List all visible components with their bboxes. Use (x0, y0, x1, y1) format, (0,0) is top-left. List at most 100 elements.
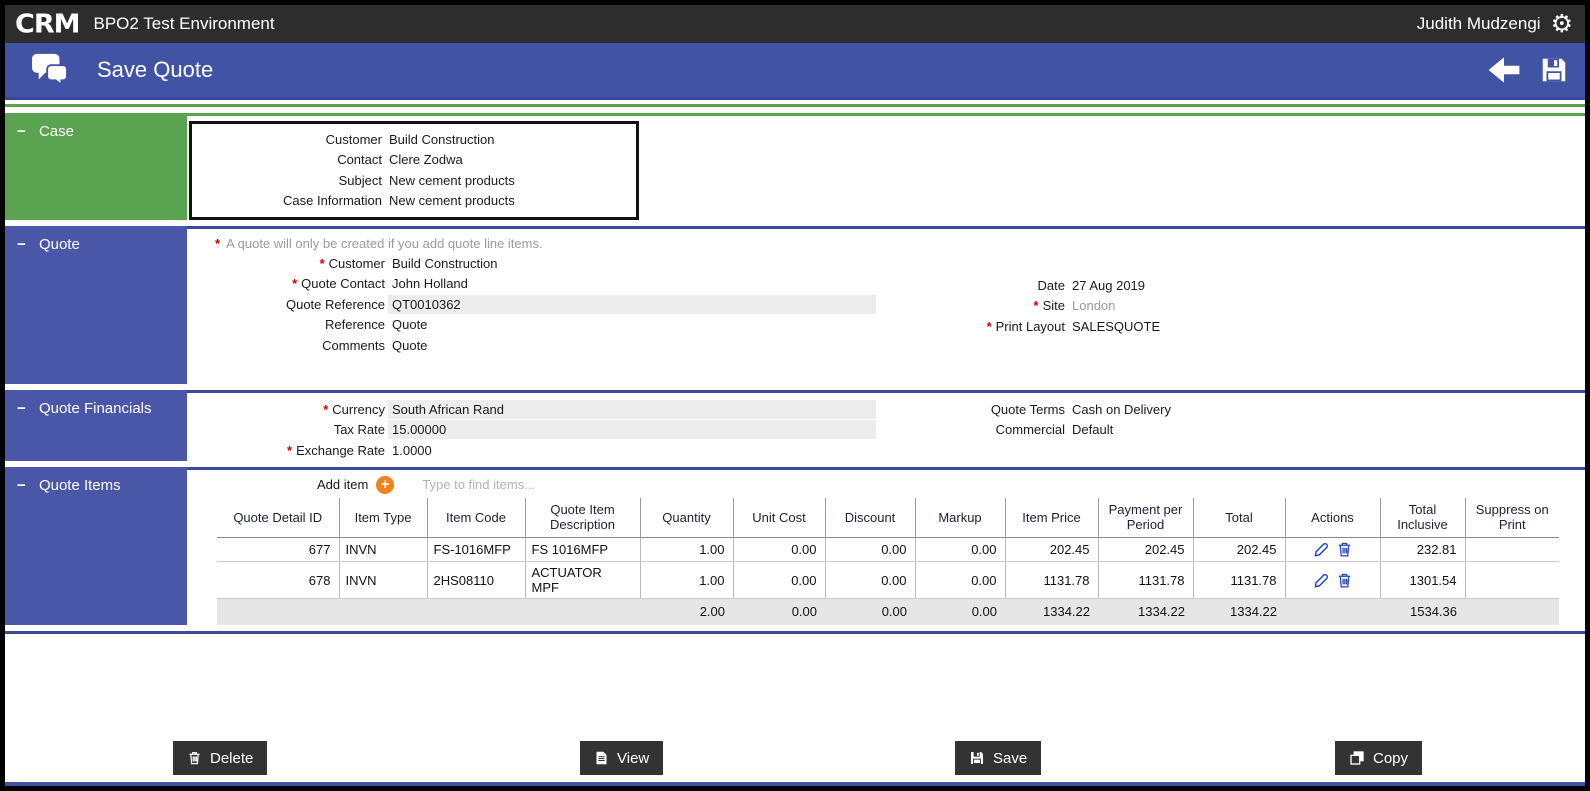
field-value[interactable]: SALESQUOTE (1072, 319, 1160, 334)
field-label: * Print Layout (986, 318, 1065, 334)
field-label: * Exchange Rate (287, 442, 385, 458)
required-marker: * (215, 236, 221, 251)
field-label: Quote Reference (285, 296, 385, 312)
collapse-icon: − (17, 476, 26, 494)
save-icon[interactable] (1539, 55, 1569, 85)
quote-reference-input[interactable]: QT0010362 (388, 294, 876, 314)
field-value[interactable]: 1.0000 (392, 443, 432, 458)
section-header-quote-items[interactable]: − Quote Items (5, 466, 187, 625)
field-value[interactable]: London (1072, 298, 1115, 313)
floppy-icon (971, 752, 983, 764)
section-header-quote-financials[interactable]: − Quote Financials (5, 390, 187, 461)
field-value[interactable]: Default (1072, 422, 1113, 437)
section-header-quote[interactable]: − Quote (5, 226, 187, 384)
field-value: Build Construction (389, 131, 495, 147)
cell-discount: 0.00 (824, 561, 915, 599)
cell-payment-per-period: 202.45 (1097, 537, 1193, 562)
edit-icon[interactable] (1313, 541, 1330, 558)
gear-icon[interactable]: ⚙ (1551, 11, 1573, 37)
delete-button[interactable]: Delete (173, 741, 268, 775)
field-exchange-rate: * Exchange Rate 1.0000 (187, 440, 1585, 461)
total-cell (1285, 598, 1380, 625)
col-actions: Actions (1284, 497, 1380, 538)
bottom-accent-strip (5, 782, 1585, 786)
delete-row-icon[interactable] (1336, 572, 1353, 589)
user-name[interactable]: Judith Mudzengi (1417, 14, 1541, 34)
cell-total-inclusive: 232.81 (1379, 537, 1465, 562)
cell-actions (1284, 561, 1380, 599)
cell-item-type: INVN (338, 561, 427, 599)
cell-quantity: 1.00 (639, 537, 733, 562)
field-value[interactable]: John Holland (392, 276, 468, 291)
totals-row: 2.00 0.00 0.00 0.00 1334.22 1334.22 1334… (217, 598, 1559, 625)
field-print-layout: * Print Layout SALESQUOTE (947, 316, 1161, 337)
button-label: Copy (1373, 749, 1409, 767)
required-marker: * (292, 276, 298, 292)
section-label: Case (38, 123, 74, 140)
copy-icon (1350, 751, 1364, 765)
field-label: Quote Terms (990, 401, 1065, 417)
cell-item-code: FS-1016MFP (426, 537, 525, 562)
tax-rate-input[interactable]: 15.00000 (388, 420, 876, 440)
total-unit-cost: 0.00 (733, 598, 825, 625)
field-quote-terms: Quote Terms Cash on Delivery (947, 399, 1171, 420)
section-header-case[interactable]: − Case (5, 113, 187, 220)
field-label: * Currency (323, 401, 385, 417)
field-case-information: Case Information New cement products (192, 191, 636, 212)
col-unit-cost: Unit Cost (732, 497, 825, 538)
cell-markup: 0.00 (914, 537, 1005, 562)
field-value[interactable]: Quote (392, 317, 427, 332)
add-item-button[interactable]: + (376, 475, 395, 494)
section-quote: − Quote * A quote will only be created if… (5, 226, 1585, 384)
copy-button[interactable]: Copy (1335, 741, 1423, 775)
cell-total-inclusive: 1301.54 (1379, 561, 1465, 599)
field-label: Customer (325, 131, 382, 147)
section-label: Quote Items (38, 476, 121, 494)
save-button[interactable]: Save (955, 741, 1042, 775)
cell-suppress-on-print (1464, 561, 1559, 599)
section-quote-items: − Quote Items Add item + Quote Detail ID (5, 466, 1585, 625)
col-item-price: Item Price (1004, 497, 1098, 538)
field-value[interactable]: Cash on Delivery (1072, 402, 1171, 417)
delete-row-icon[interactable] (1336, 541, 1353, 558)
col-total-inclusive: Total Inclusive (1379, 497, 1465, 538)
cell-item-price: 1131.78 (1004, 561, 1098, 599)
title-bar: Save Quote (5, 43, 1585, 100)
field-commercial: Commercial Default (947, 420, 1171, 441)
field-value[interactable]: Quote (392, 338, 427, 353)
edit-icon[interactable] (1313, 572, 1330, 589)
cell-unit-cost: 0.00 (732, 561, 825, 599)
field-tax-rate: Tax Rate 15.00000 (187, 420, 1585, 441)
cell-quantity: 1.00 (639, 561, 733, 599)
required-marker: * (1033, 298, 1039, 314)
find-items-input[interactable] (422, 477, 743, 492)
section-label: Quote Financials (38, 400, 152, 417)
cell-total: 202.45 (1192, 537, 1285, 562)
cell-item-type: INVN (338, 537, 427, 562)
view-button[interactable]: View (580, 741, 664, 775)
total-item-price: 1334.22 (1005, 598, 1098, 625)
field-label: Subject (338, 172, 382, 188)
col-markup: Markup (914, 497, 1005, 538)
field-label: * Site (1033, 298, 1065, 314)
total-cell (1465, 598, 1559, 625)
case-summary-box: Customer Build Construction Contact Cler… (189, 121, 639, 220)
field-label: Contact (337, 152, 382, 168)
required-marker: * (323, 401, 329, 417)
col-item-code: Item Code (426, 497, 525, 538)
field-label: Tax Rate (333, 422, 385, 438)
section-quote-financials: − Quote Financials * Currency South Afric… (5, 390, 1585, 461)
field-value[interactable]: Build Construction (392, 256, 498, 271)
field-label: Reference (325, 317, 385, 333)
field-label: Comments (322, 337, 385, 353)
back-icon[interactable] (1487, 56, 1521, 84)
button-label: View (617, 749, 650, 767)
cell-discount: 0.00 (824, 537, 915, 562)
currency-input[interactable]: South African Rand (388, 399, 876, 419)
crm-logo: CRM (15, 9, 80, 39)
field-value[interactable]: 27 Aug 2019 (1072, 278, 1145, 293)
field-value: New cement products (389, 193, 515, 209)
col-quote-detail-id: Quote Detail ID (217, 497, 339, 538)
field-quote-customer: * Customer Build Construction (187, 253, 1585, 274)
cell-actions (1284, 537, 1380, 562)
